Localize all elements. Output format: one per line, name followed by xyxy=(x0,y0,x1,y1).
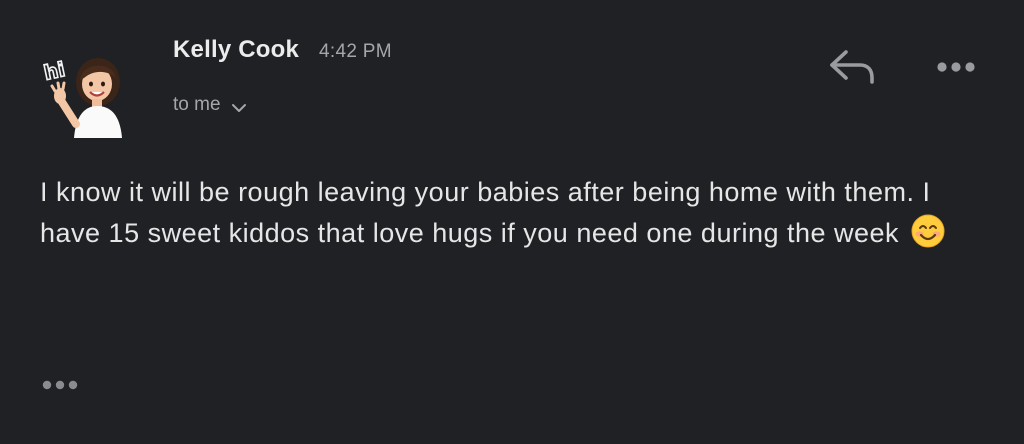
email-message-view: hi Kelly Cook 4:42 PM to me I know it wi… xyxy=(0,0,1024,444)
more-options-button[interactable] xyxy=(930,52,982,82)
message-body-text: I know it will be rough leaving your bab… xyxy=(40,177,931,248)
smiling-face-emoji-icon xyxy=(911,214,945,248)
chevron-down-icon xyxy=(231,104,246,112)
message-body: I know it will be rough leaving your bab… xyxy=(40,172,970,254)
reply-arrow-icon xyxy=(830,50,874,84)
message-timestamp: 4:42 PM xyxy=(319,41,392,62)
reply-button[interactable] xyxy=(824,46,880,88)
ellipsis-icon xyxy=(42,380,78,390)
show-trimmed-content-button[interactable] xyxy=(38,372,86,398)
sender-avatar[interactable]: hi xyxy=(40,44,128,138)
svg-text:hi: hi xyxy=(42,57,68,85)
sender-name[interactable]: Kelly Cook xyxy=(173,36,299,64)
message-header: Kelly Cook 4:42 PM xyxy=(173,36,392,64)
waving-memoji-avatar-icon: hi xyxy=(41,56,122,138)
more-horizontal-icon xyxy=(937,62,975,72)
recipient-details-toggle[interactable]: to me xyxy=(173,94,247,116)
recipient-label: to me xyxy=(173,94,221,115)
